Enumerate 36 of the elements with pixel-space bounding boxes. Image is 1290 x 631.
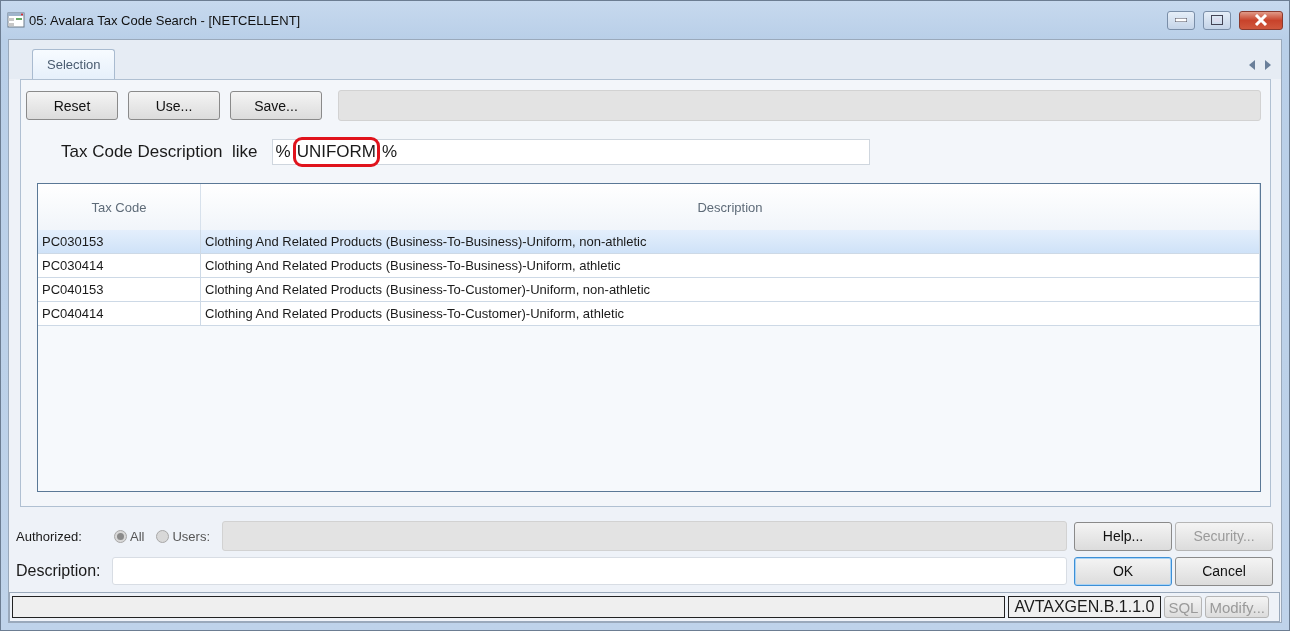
- minimize-button[interactable]: [1167, 10, 1195, 30]
- table-cell[interactable]: Clothing And Related Products (Business-To-Business)-Uniform, athletic: [201, 254, 1260, 278]
- dialog-button[interactable]: OK: [1074, 556, 1172, 586]
- description-label: Description:: [16, 562, 102, 580]
- maximize-icon: [1211, 15, 1223, 25]
- radio-option[interactable]: Users:: [156, 528, 210, 544]
- dialog-button[interactable]: Help...: [1074, 521, 1172, 551]
- toolbar-button[interactable]: Use...: [128, 91, 220, 120]
- column-header[interactable]: Tax Code: [38, 184, 201, 231]
- table-window-icon: [7, 11, 25, 29]
- filter-label: Tax Code Description like: [61, 142, 258, 162]
- authorized-label: Authorized:: [16, 528, 83, 544]
- table-cell[interactable]: PC040153: [38, 278, 201, 302]
- version-label: AVTAXGEN.B.1.1.0: [1007, 596, 1162, 618]
- maximize-button[interactable]: [1203, 10, 1231, 30]
- table-cell[interactable]: Clothing And Related Products (Business-To-Business)-Uniform, non-athletic: [201, 230, 1260, 254]
- toolbar-button[interactable]: Reset: [26, 91, 118, 120]
- minimize-icon: [1175, 18, 1187, 22]
- column-header[interactable]: Description: [201, 184, 1260, 231]
- scroll-right-icon[interactable]: [1265, 60, 1271, 70]
- toolbar-button[interactable]: Save...: [230, 91, 322, 120]
- table-cell[interactable]: PC030153: [38, 230, 201, 254]
- radio-option[interactable]: All: [114, 528, 145, 544]
- table-cell[interactable]: PC030414: [38, 254, 201, 278]
- window-title: 05: Avalara Tax Code Search - [NETCELLENT]: [29, 12, 301, 28]
- table-cell[interactable]: Clothing And Related Products (Business-To-Customer)-Uniform, athletic: [201, 302, 1260, 326]
- dialog-button[interactable]: Cancel: [1175, 556, 1273, 586]
- table-cell[interactable]: PC040414: [38, 302, 201, 326]
- users-field[interactable]: [222, 521, 1067, 551]
- close-icon: [1254, 14, 1268, 26]
- close-button[interactable]: [1239, 10, 1283, 30]
- table-cell[interactable]: Clothing And Related Products (Business-To-Customer)-Uniform, non-athletic: [201, 278, 1260, 302]
- tab[interactable]: Selection: [32, 49, 116, 79]
- scroll-left-icon[interactable]: [1249, 60, 1255, 70]
- filter-field[interactable]: % UNIFORM %: [271, 139, 870, 165]
- description-field[interactable]: [112, 557, 1067, 585]
